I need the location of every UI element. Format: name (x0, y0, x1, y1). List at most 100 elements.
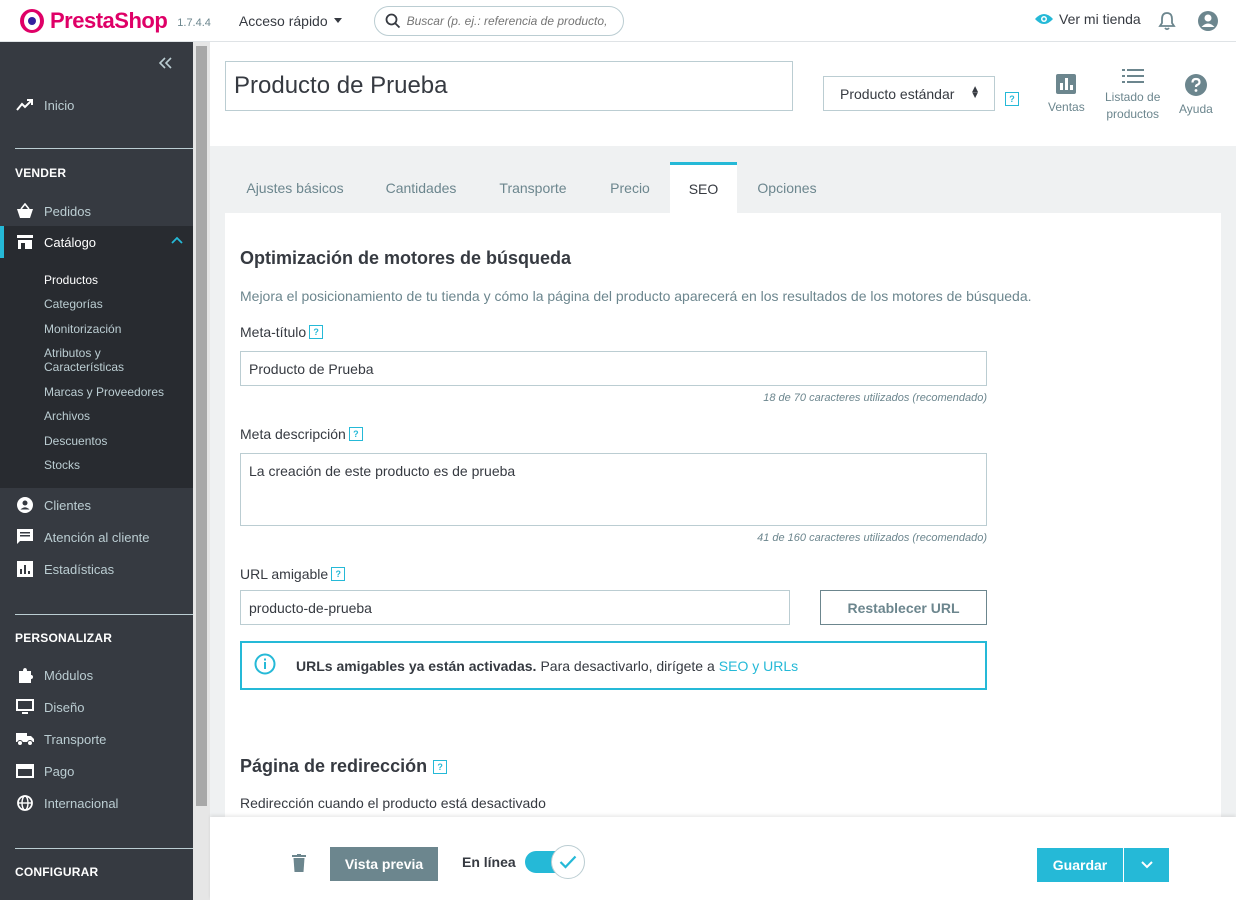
basket-icon (16, 202, 34, 220)
section-configure: CONFIGURAR (15, 865, 99, 879)
online-label: En línea (462, 854, 516, 870)
tab-basic-settings[interactable]: Ajustes básicos (225, 162, 365, 213)
tab-seo[interactable]: SEO (670, 162, 737, 213)
product-type-select[interactable]: Producto estándar ▲ ▼ (823, 76, 995, 111)
seo-title: Optimización de motores de búsqueda (240, 248, 572, 268)
sidebar-item-label: Estadísticas (44, 561, 115, 577)
help-circle-icon (1184, 74, 1207, 96)
section-sell: VENDER (15, 166, 67, 180)
sidebar-item-modules[interactable]: Módulos (0, 664, 193, 686)
sidebar-scrollbar[interactable] (193, 42, 210, 900)
sales-button[interactable]: Ventas (1048, 74, 1085, 116)
list-label-line1: Listado de (1105, 90, 1161, 104)
top-header: PrestaShop 1.7.4.4 Acceso rápido Ver mi … (0, 0, 1236, 42)
product-list-button[interactable]: Listado de productos (1105, 68, 1160, 123)
meta-description-textarea[interactable]: La creación de este producto es de prueb… (240, 453, 987, 526)
submenu-item-stocks[interactable]: Stocks (44, 458, 184, 472)
sidebar-item-support[interactable]: Atención al cliente (0, 526, 193, 548)
list-icon (1121, 69, 1144, 83)
sidebar-item-shipping[interactable]: Transporte (0, 728, 193, 750)
toggle-knob (551, 845, 585, 879)
save-button[interactable]: Guardar (1037, 848, 1123, 882)
submenu-item-products[interactable]: Productos (44, 273, 184, 287)
friendly-url-input[interactable]: producto-de-prueba (240, 590, 790, 625)
tab-shipping[interactable]: Transporte (477, 162, 589, 213)
redirect-description: Redirección cuando el producto está desa… (240, 795, 546, 811)
sidebar-item-label: Diseño (44, 699, 85, 715)
section-customize: PERSONALIZAR (15, 631, 113, 645)
account-button[interactable] (1197, 10, 1219, 35)
submenu-item-categories[interactable]: Categorías (44, 297, 184, 311)
help-button[interactable]: Ayuda (1179, 74, 1213, 118)
view-store-label: Ver mi tienda (1059, 11, 1141, 27)
caret-down-icon (333, 18, 342, 23)
meta-title-label-text: Meta-título (240, 324, 307, 340)
bell-icon (1158, 12, 1176, 31)
view-store-link[interactable]: Ver mi tienda (1034, 11, 1141, 27)
delete-product-button[interactable] (292, 854, 306, 875)
main-content: Producto de Prueba Producto estándar ▲ ▼ … (210, 42, 1236, 900)
submenu-item-discounts[interactable]: Descuentos (44, 434, 184, 448)
sidebar-item-label: Inicio (44, 97, 75, 113)
tab-options[interactable]: Opciones (737, 162, 837, 213)
help-icon[interactable]: ? (433, 759, 448, 774)
sidebar-item-international[interactable]: Internacional (0, 792, 193, 814)
collapse-sidebar-button[interactable] (158, 56, 173, 74)
meta-title-counter: 18 de 70 caracteres utilizados (recomend… (763, 392, 987, 404)
help-icon[interactable]: ? (309, 325, 324, 339)
help-icon[interactable]: ? (348, 427, 363, 441)
sidebar-item-label: Pedidos (44, 203, 91, 219)
submenu-item-files[interactable]: Archivos (44, 409, 184, 423)
sidebar-item-orders[interactable]: Pedidos (0, 200, 193, 222)
tab-pricing[interactable]: Precio (589, 162, 671, 213)
sidebar-item-payment[interactable]: Pago (0, 760, 193, 782)
search-box[interactable] (373, 5, 624, 36)
seo-panel: Optimización de motores de búsqueda Mejo… (225, 213, 1221, 818)
quick-access-dropdown[interactable]: Acceso rápido (239, 13, 342, 29)
submenu-item-attributes[interactable]: Atributos y Características (44, 346, 144, 374)
seo-urls-link[interactable]: SEO y URLs (719, 658, 798, 674)
meta-title-input[interactable]: Producto de Prueba (240, 351, 987, 386)
puzzle-icon (16, 666, 34, 684)
info-icon (254, 653, 276, 678)
sidebar-item-home[interactable]: Inicio (0, 94, 193, 116)
store-icon (16, 233, 34, 251)
truck-icon (16, 730, 34, 748)
preview-button[interactable]: Vista previa (330, 847, 438, 881)
divider (15, 148, 193, 149)
sidebar-item-label: Atención al cliente (44, 529, 150, 545)
reset-url-button[interactable]: Restablecer URL (820, 590, 987, 625)
prestashop-logo-icon (20, 8, 44, 33)
sidebar-item-stats[interactable]: Estadísticas (0, 558, 193, 580)
sidebar-item-design[interactable]: Diseño (0, 696, 193, 718)
chevron-up-icon (171, 232, 183, 247)
list-label-line2: productos (1106, 107, 1160, 121)
save-options-dropdown[interactable] (1124, 848, 1169, 882)
scrollbar-thumb[interactable] (196, 46, 207, 806)
sidebar-item-catalog[interactable]: Catálogo (0, 226, 193, 258)
alert-text: Para desactivarlo, dirígete a (540, 657, 715, 674)
meta-title-label: Meta-título ? (240, 324, 324, 340)
product-name-input[interactable]: Producto de Prueba (225, 61, 793, 111)
help-icon[interactable]: ? (331, 567, 346, 581)
friendly-url-label: URL amigable ? (240, 566, 346, 582)
help-icon[interactable]: ? (1005, 92, 1019, 106)
sidebar-item-label: Catálogo (44, 234, 97, 250)
product-header: Producto de Prueba Producto estándar ▲ ▼ … (210, 42, 1236, 146)
friendly-url-info-alert: URLs amigables ya están activadas. Para … (240, 641, 987, 690)
eye-icon (1035, 14, 1053, 24)
sidebar-item-customers[interactable]: Clientes (0, 494, 193, 516)
online-toggle[interactable] (525, 845, 587, 879)
sidebar-item-label: Clientes (44, 497, 91, 513)
submenu-item-brands[interactable]: Marcas y Proveedores (44, 385, 184, 399)
meta-description-counter: 41 de 160 caracteres utilizados (recomen… (757, 532, 987, 544)
prestashop-logo[interactable]: PrestaShop (20, 8, 168, 34)
tab-quantities[interactable]: Cantidades (365, 162, 477, 213)
sidebar-item-label: Internacional (44, 795, 119, 811)
trash-icon (292, 854, 306, 872)
submenu-item-monitoring[interactable]: Monitorización (44, 322, 184, 336)
search-input[interactable] (406, 13, 607, 28)
sidebar-item-label: Pago (44, 763, 75, 779)
sort-arrows-icon: ▲ ▼ (970, 84, 980, 101)
notifications-button[interactable] (1158, 11, 1176, 34)
